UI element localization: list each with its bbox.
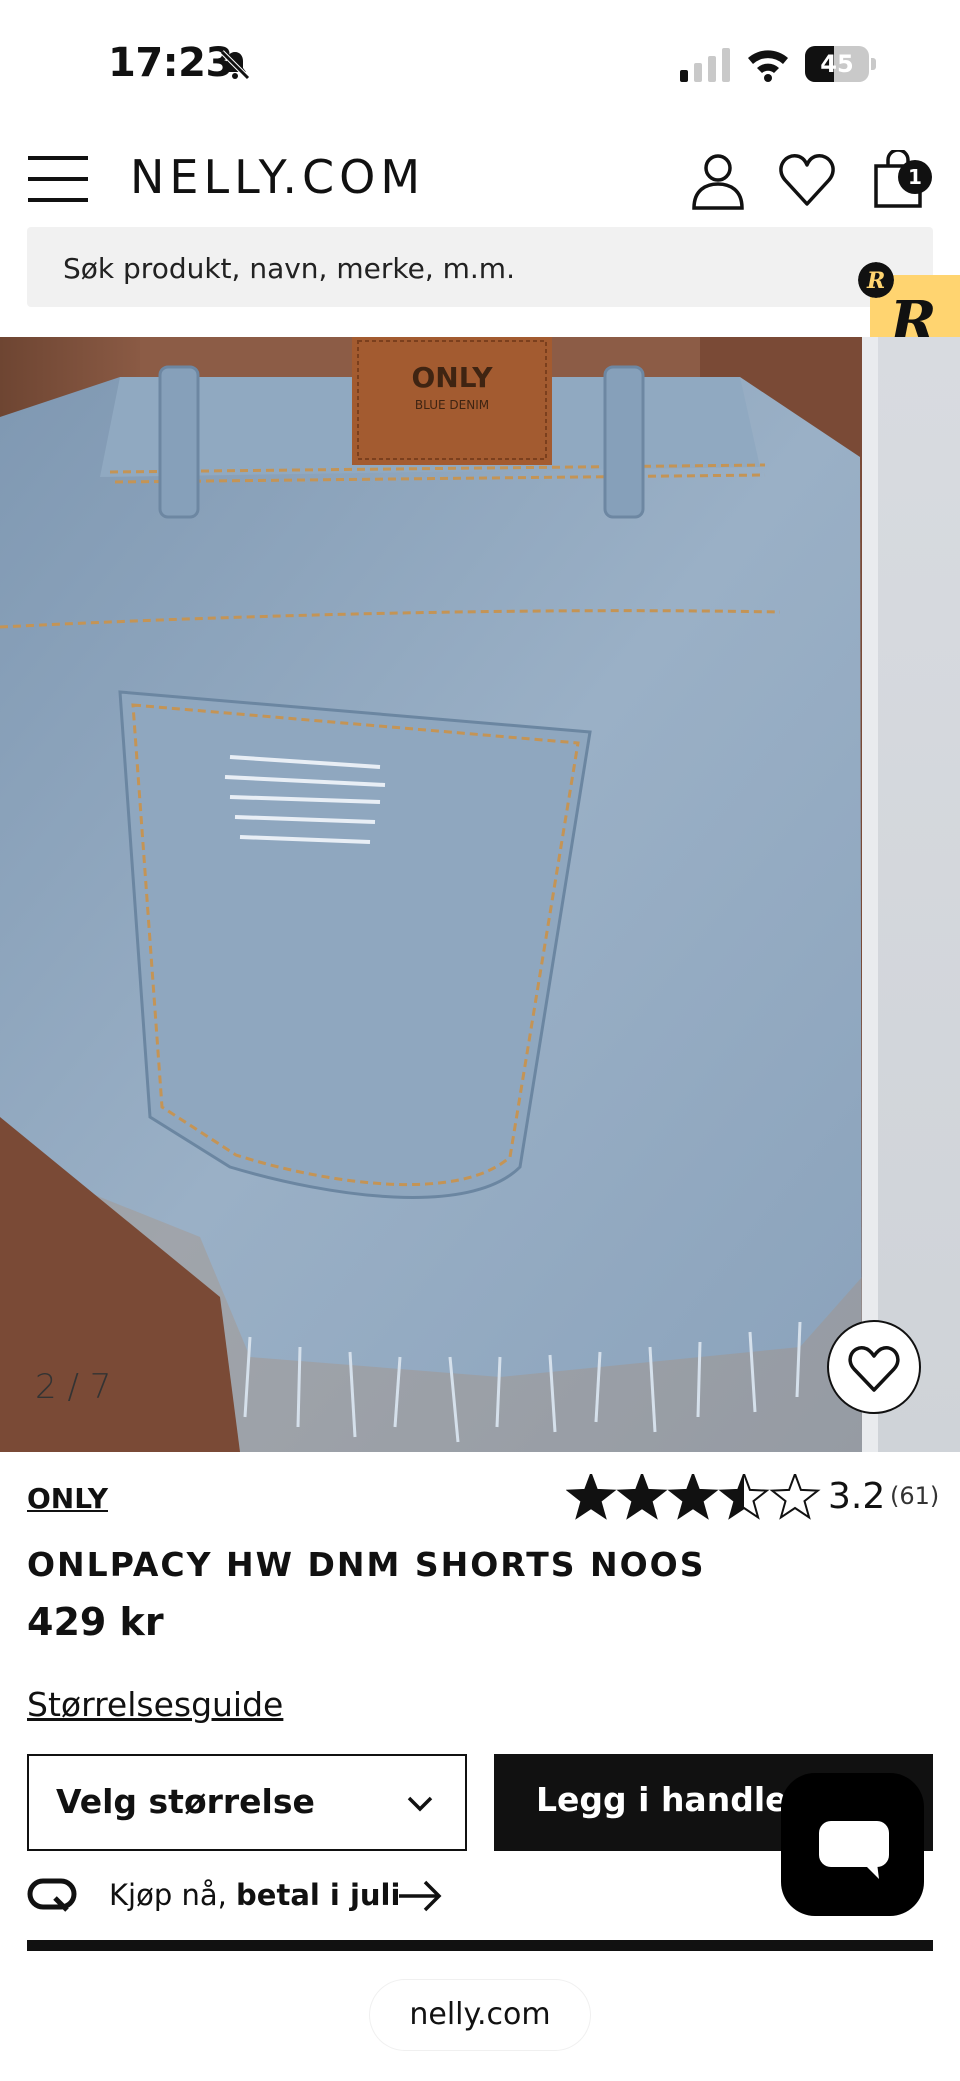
image-counter: 2 / 7 — [35, 1367, 112, 1407]
size-guide-link[interactable]: Størrelsesguide — [27, 1685, 283, 1724]
svg-text:ONLY: ONLY — [412, 361, 494, 394]
svg-text:BLUE DENIM: BLUE DENIM — [415, 398, 489, 412]
klarna-logo-icon — [27, 1878, 77, 1912]
search-input[interactable] — [61, 227, 885, 309]
cart-count-badge: 1 — [898, 160, 932, 194]
rating-score: 3.2 — [828, 1476, 886, 1517]
heart-outline-icon — [848, 1346, 900, 1392]
muted-bell-icon — [220, 50, 250, 80]
cellular-signal-icon — [680, 48, 730, 82]
klarna-text-prefix: Kjøp nå, — [109, 1878, 237, 1912]
size-select-label: Velg størrelse — [56, 1782, 315, 1821]
chevron-down-icon — [407, 1796, 433, 1812]
battery-level: 45 — [820, 50, 854, 78]
add-to-favorites-button[interactable] — [827, 1320, 921, 1414]
klarna-text-bold: betal i juli — [236, 1878, 401, 1912]
product-brand-link[interactable]: ONLY — [27, 1482, 108, 1515]
menu-icon[interactable] — [28, 156, 88, 202]
product-image-gallery[interactable]: ONLY BLUE DENIM 2 / 7 — [0, 337, 960, 1452]
rating-star-filled — [619, 1474, 665, 1518]
wifi-icon — [748, 50, 788, 82]
arrow-right-icon — [399, 1880, 442, 1912]
status-bar: 17:23 45 — [0, 0, 960, 130]
browser-url-pill[interactable]: nelly.com — [370, 1980, 590, 2050]
chat-button[interactable] — [781, 1773, 924, 1916]
wishlist-heart-icon[interactable] — [777, 150, 837, 210]
klarna-payment-info[interactable]: Kjøp nå, betal i juli — [27, 1872, 477, 1922]
site-header: NELLY.COM — [0, 140, 960, 230]
rating-star-filled — [568, 1474, 614, 1518]
rating-star — [769, 1474, 821, 1520]
battery-icon: 45 — [805, 46, 876, 82]
section-divider — [27, 1940, 933, 1951]
search-bar[interactable] — [27, 227, 933, 309]
product-price: 429 kr — [27, 1600, 164, 1644]
rating-count: (61) — [890, 1482, 940, 1510]
product-photo[interactable]: ONLY BLUE DENIM — [0, 337, 862, 1452]
rating-stars — [566, 1474, 821, 1520]
account-icon[interactable] — [688, 150, 748, 210]
chat-bubble-icon — [819, 1821, 889, 1879]
rating-star-filled — [670, 1474, 716, 1518]
size-select-dropdown[interactable]: Velg størrelse — [27, 1754, 467, 1851]
next-product-photo[interactable] — [878, 337, 960, 1452]
site-logo[interactable]: NELLY.COM — [130, 150, 425, 204]
rewards-mini-icon: R — [858, 262, 894, 298]
svg-text:R: R — [866, 268, 885, 294]
status-time: 17:23 — [108, 40, 233, 86]
product-name: ONLPACY HW DNM SHORTS NOOS — [27, 1545, 706, 1584]
